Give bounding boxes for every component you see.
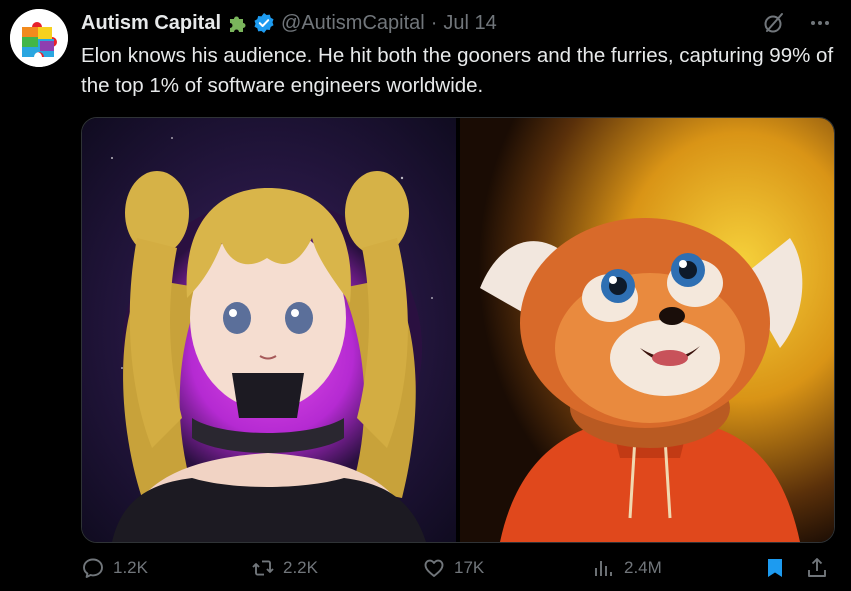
more-options-icon[interactable] bbox=[807, 10, 833, 36]
views-count: 2.4M bbox=[624, 558, 662, 577]
handle[interactable]: @AutismCapital bbox=[281, 12, 425, 35]
separator-dot: · bbox=[430, 11, 438, 34]
anime-girl-image[interactable] bbox=[82, 118, 456, 542]
tweet-date[interactable]: Jul 14 bbox=[443, 12, 496, 35]
reply-count: 1.2K bbox=[113, 558, 148, 577]
display-name[interactable]: Autism Capital bbox=[81, 12, 221, 35]
repost-button[interactable]: 2.2K bbox=[251, 556, 318, 580]
tweet-text: Elon knows his audience. He hit both the… bbox=[81, 44, 834, 97]
tweet-media[interactable] bbox=[81, 117, 835, 543]
rainbow-puzzle-icon bbox=[10, 9, 68, 67]
repost-icon bbox=[252, 560, 274, 576]
red-panda-hoodie-image[interactable] bbox=[460, 118, 834, 542]
reply-icon bbox=[83, 558, 103, 578]
bookmark-button[interactable] bbox=[763, 556, 787, 580]
share-icon bbox=[808, 558, 826, 577]
tweet[interactable]: Autism Capital @AutismCapital · Jul 14 E… bbox=[0, 0, 851, 591]
reply-button[interactable]: 1.2K bbox=[81, 556, 148, 580]
views-button[interactable]: 2.4M bbox=[592, 556, 662, 580]
like-button[interactable]: 17K bbox=[422, 556, 484, 580]
like-count: 17K bbox=[454, 558, 485, 577]
share-button[interactable] bbox=[805, 556, 829, 580]
heart-icon bbox=[424, 559, 444, 577]
action-bar: 1.2K 2.2K 17K 2.4M bbox=[81, 556, 841, 588]
views-chart-icon bbox=[595, 561, 612, 576]
puzzle-piece-icon bbox=[230, 16, 246, 32]
top-actions bbox=[761, 10, 833, 36]
grok-icon[interactable] bbox=[761, 10, 787, 36]
repost-count: 2.2K bbox=[283, 558, 318, 577]
tweet-header: Autism Capital @AutismCapital · Jul 14 bbox=[81, 10, 497, 36]
verified-badge-icon[interactable] bbox=[253, 12, 275, 34]
bookmark-icon bbox=[768, 559, 782, 577]
avatar[interactable] bbox=[10, 9, 68, 67]
